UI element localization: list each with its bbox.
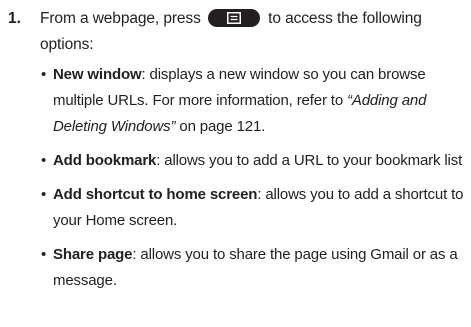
option-description: : allows you to add a URL to your bookma… [156,152,463,169]
manual-page: 1. From a webpage, press to access the f… [0,0,471,327]
list-item-add-bookmark: • Add bookmark: allows you to add a URL … [40,148,468,174]
bullet-icon: • [41,152,47,169]
instruction-step: 1. From a webpage, press to access the f… [8,6,468,302]
option-term: Add bookmark [53,152,157,169]
step-text: From a webpage, press to access the foll… [40,6,468,58]
bullet-icon: • [41,66,47,83]
step-text-before-key: From a webpage, press [40,10,201,27]
list-item-new-window: • New window: displays a new window so y… [40,62,468,140]
bullet-icon: • [41,186,47,203]
list-item-add-shortcut: • Add shortcut to home screen: allows yo… [40,182,468,234]
option-term: Share page [53,246,133,263]
option-term: New window [53,66,142,83]
step-number: 1. [8,10,21,27]
option-term: Add shortcut to home screen [53,186,258,203]
menu-key-icon [207,9,260,27]
option-description-suffix: on page 121. [175,118,266,135]
bullet-icon: • [41,246,47,263]
list-item-share-page: • Share page: allows you to share the pa… [40,242,468,294]
options-list: • New window: displays a new window so y… [40,62,468,294]
menu-glyph-icon [226,12,241,24]
